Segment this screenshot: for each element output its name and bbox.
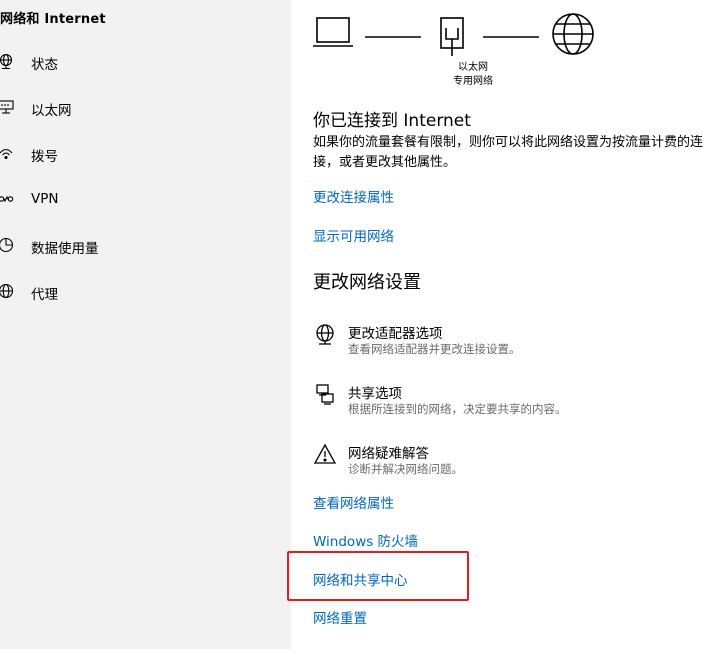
proxy-globe-icon [0, 283, 15, 299]
sidebar-item-label: 状态 [31, 57, 58, 73]
sharing-icon [313, 383, 337, 405]
dialup-icon [0, 145, 15, 161]
sidebar-item-label: 代理 [31, 287, 58, 303]
network-reset-link[interactable]: 网络重置 [313, 607, 367, 627]
sidebar-item-label: 拨号 [31, 149, 58, 165]
change-network-settings-heading: 更改网络设置 [313, 272, 421, 293]
globe-status-icon [0, 53, 15, 69]
connection-diagram: 以太网 专用网络 [313, 12, 603, 92]
sidebar-item-dialup[interactable]: 拨号 [0, 138, 291, 168]
diagram-caption-profile: 专用网络 [453, 76, 493, 87]
sidebar-item-label: 以太网 [31, 103, 72, 119]
data-usage-icon [0, 237, 15, 253]
sidebar-item-vpn[interactable]: VPN [0, 184, 291, 214]
sidebar-item-proxy[interactable]: 代理 [0, 276, 291, 306]
ethernet-port-icon [440, 17, 464, 56]
warning-icon [313, 443, 337, 465]
ethernet-icon [0, 99, 15, 115]
highlight-annotation-box [287, 551, 469, 601]
sidebar-item-ethernet[interactable]: 以太网 [0, 92, 291, 122]
vpn-icon [0, 191, 15, 207]
sidebar-item-status[interactable]: 状态 [0, 46, 291, 76]
globe-internet-icon [552, 13, 594, 55]
change-adapter-options[interactable]: 更改适配器选项 查看网络适配器并更改连接设置。 [313, 322, 713, 362]
show-available-networks-link[interactable]: 显示可用网络 [313, 225, 394, 245]
option-description: 根据所连接到的网络，决定要共享的内容。 [348, 402, 567, 416]
sidebar-item-label: 数据使用量 [31, 241, 99, 257]
windows-firewall-link[interactable]: Windows 防火墙 [313, 530, 418, 550]
sidebar-item-label: VPN [31, 191, 59, 207]
adapter-globe-icon [313, 323, 337, 345]
option-title: 共享选项 [348, 386, 402, 402]
sharing-options[interactable]: 共享选项 根据所连接到的网络，决定要共享的内容。 [313, 382, 713, 422]
connection-status-description: 如果你的流量套餐有限制，则你可以将此网络设置为按流量计费的连接，或者更改其他属性… [313, 135, 704, 170]
change-connection-properties-link[interactable]: 更改连接属性 [313, 186, 394, 206]
network-troubleshooter[interactable]: 网络疑难解答 诊断并解决网络问题。 [313, 442, 713, 482]
sidebar: 网络和 Internet 状态 以太网 拨号 VPN 数据使用量 代理 [0, 0, 291, 649]
connection-status-title: 你已连接到 Internet [313, 111, 471, 131]
laptop-icon [313, 17, 353, 47]
view-network-properties-link[interactable]: 查看网络属性 [313, 492, 394, 512]
option-title: 网络疑难解答 [348, 446, 429, 462]
option-title: 更改适配器选项 [348, 326, 443, 342]
option-description: 诊断并解决网络问题。 [348, 462, 463, 476]
diagram-caption-network: 以太网 [458, 62, 488, 73]
option-description: 查看网络适配器并更改连接设置。 [348, 342, 521, 356]
sidebar-item-data-usage[interactable]: 数据使用量 [0, 230, 291, 260]
sidebar-title: 网络和 Internet [0, 12, 106, 27]
